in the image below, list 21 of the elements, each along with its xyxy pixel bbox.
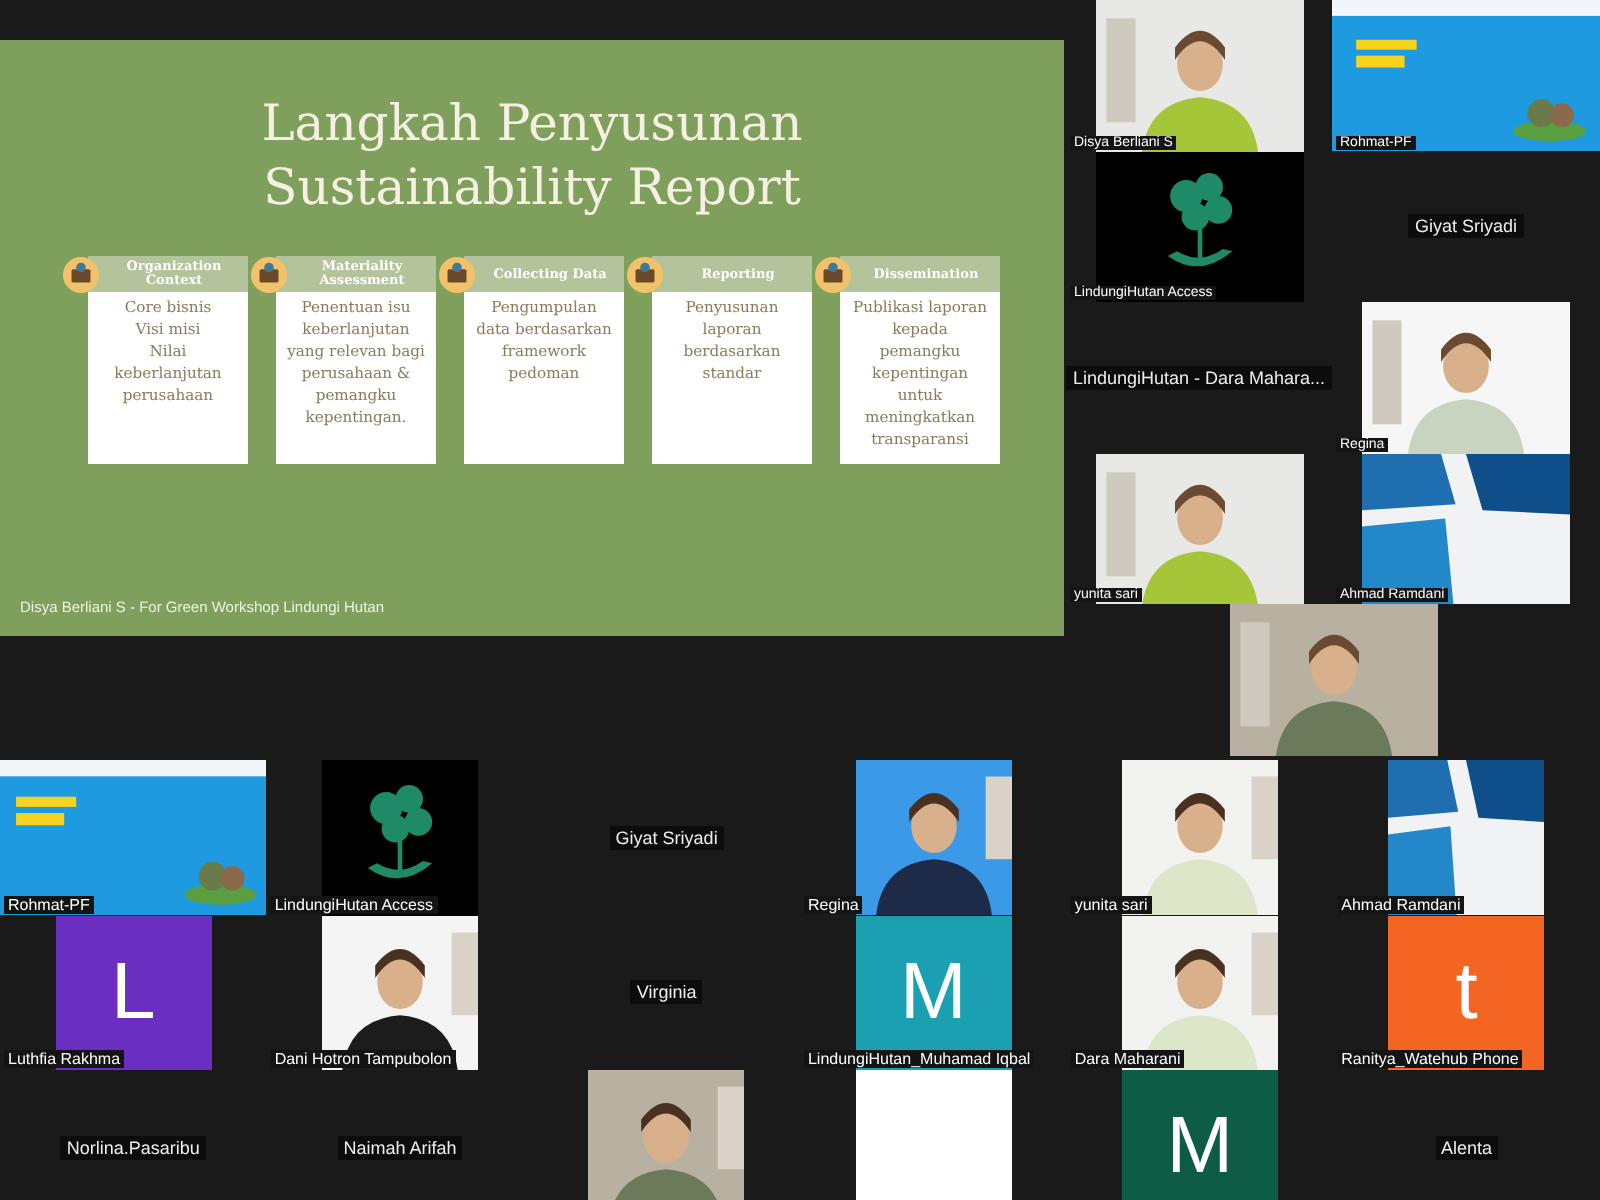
avatar-letter: L — [111, 947, 156, 1038]
participant-name: yunita sari — [1070, 895, 1152, 913]
slide-title: Langkah Penyusunan Sustainability Report — [259, 92, 805, 220]
participant-name: Luthfia Rakhma — [4, 1050, 125, 1068]
participant-name: Regina — [803, 895, 863, 913]
participant-name: Dara Maharani — [1070, 1050, 1185, 1068]
avatar-letter: M — [1166, 1102, 1234, 1193]
participant-name: Norlina.Pasaribu — [60, 1135, 206, 1160]
participant-name: LindungiHutan - Dara Mahara... — [1066, 365, 1332, 390]
participant-name: Giyat Sriyadi — [1408, 214, 1524, 239]
participant-name: Ranitya_Watehub Phone — [1337, 1050, 1523, 1068]
participant-name: Alenta — [1435, 1135, 1499, 1160]
participant-name: Virginia — [630, 980, 703, 1005]
participant-name: Naimah Arifah — [337, 1135, 463, 1160]
avatar-letter: M — [899, 947, 967, 1038]
avatar-letter: t — [1455, 947, 1478, 1038]
participant-name: Giyat Sriyadi — [609, 825, 724, 850]
participant-name: LindungiHutan Access — [270, 895, 437, 913]
participant-name: LindungiHutan_Muhamad Iqbal — [803, 1050, 1035, 1068]
participant-name: Ahmad Ramdani — [1337, 895, 1465, 913]
participant-name: Dani Hotron Tampubolon — [270, 1050, 456, 1068]
